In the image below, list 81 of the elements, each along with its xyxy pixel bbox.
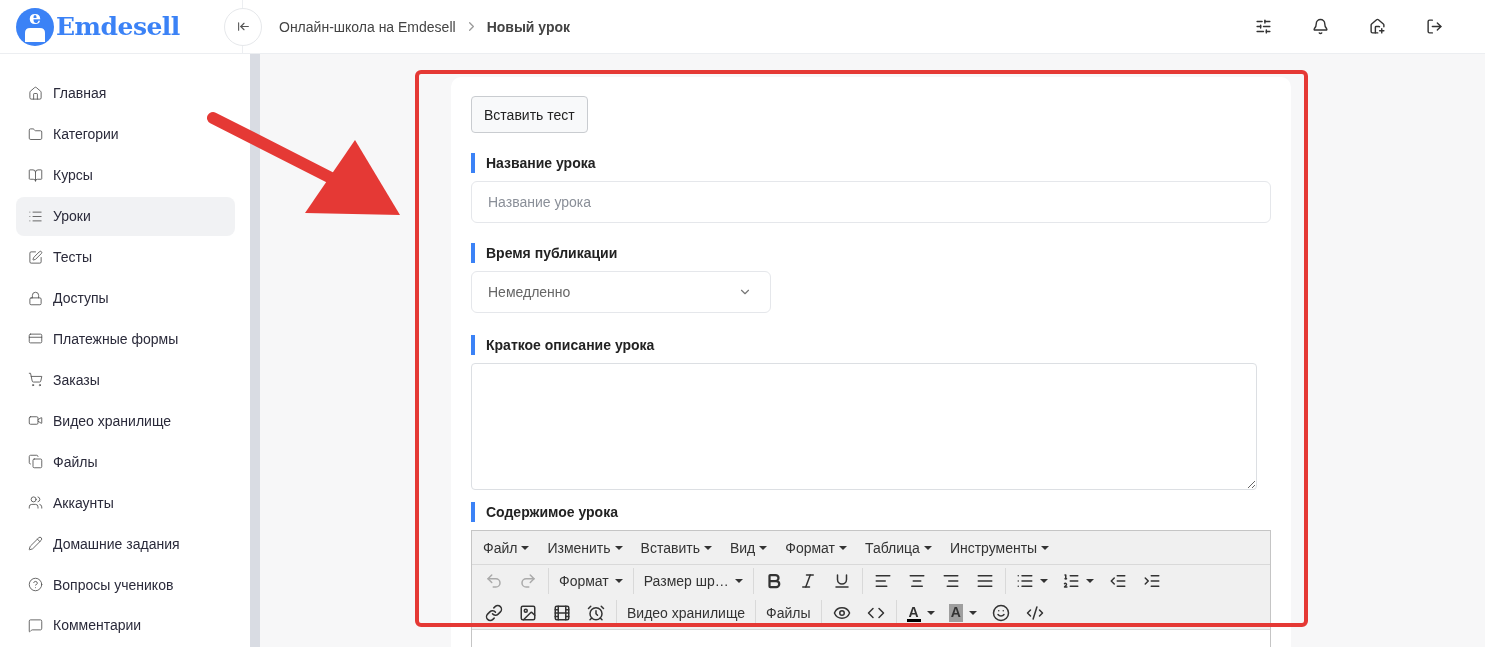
cart-icon (28, 372, 43, 388)
house-button[interactable] (1369, 18, 1386, 35)
house-icon (1369, 18, 1386, 35)
list-icon (28, 208, 43, 224)
sidebar-item[interactable]: Домашние задания (16, 524, 235, 564)
sidebar-item[interactable]: Комментарии (16, 606, 235, 645)
dropdown-button[interactable]: Формат (552, 568, 630, 594)
outdent-icon (1108, 572, 1127, 590)
current-page-title: Новый урок (486, 18, 571, 35)
toolbar-button[interactable]: Файлы (759, 600, 818, 626)
preview-icon (832, 604, 851, 622)
sidebar-item[interactable]: Аккаунты (16, 483, 235, 523)
files-icon (28, 454, 43, 470)
sidebar-item[interactable]: Главная (16, 74, 235, 113)
sliders-icon (1255, 18, 1272, 35)
notifications-button[interactable] (1312, 18, 1329, 35)
undo-icon (485, 572, 503, 590)
sidebar-item[interactable]: Курсы (16, 155, 235, 195)
editor-menu-item[interactable]: Инструменты (942, 539, 1057, 556)
settings-sliders-button[interactable] (1255, 18, 1272, 35)
sidebar-item[interactable]: Платежные формы (16, 319, 235, 359)
pencil-icon (28, 536, 43, 552)
logo-text: Emdesell (56, 12, 180, 41)
editor-menu-item[interactable]: Файл (476, 539, 537, 556)
toolbar-button[interactable]: Видео хранилище (620, 600, 753, 626)
field-label: Время публикации (471, 243, 1271, 263)
numbered-list-icon (1061, 572, 1080, 590)
justify-icon (975, 572, 994, 590)
breadcrumb-link[interactable]: Онлайн-школа на Emdesell (279, 18, 456, 35)
arrow-left-bar-icon (236, 20, 250, 33)
sidebar-item[interactable]: Тесты (16, 237, 235, 277)
sidebar-item[interactable]: Доступы (16, 278, 235, 318)
summary-field[interactable] (471, 363, 1257, 490)
logout-icon (1426, 18, 1443, 35)
underline-icon (832, 572, 851, 590)
media-icon (553, 604, 571, 622)
sidebar-item[interactable]: Категории (16, 114, 235, 154)
insert-test-button[interactable]: Вставить тест (471, 96, 588, 133)
publish-time-select[interactable]: Немедленно (471, 271, 771, 313)
field-label: Краткое описание урока (471, 335, 1271, 355)
sidebar-item[interactable]: Вопросы учеников (16, 565, 235, 604)
lock-icon (28, 290, 43, 306)
alarm-clock-icon (587, 604, 605, 622)
sidebar-item[interactable]: Уроки (16, 196, 235, 236)
editor-menu-item[interactable]: Формат (778, 539, 854, 556)
dropdown-button[interactable]: Размер шр… (636, 568, 750, 594)
editor-menu-item[interactable]: Изменить (540, 539, 630, 556)
editor-menu-item[interactable]: Таблица (858, 539, 939, 556)
highlight-color-button[interactable]: A (941, 600, 984, 626)
align-center-icon (907, 572, 926, 590)
edit-icon (28, 249, 43, 265)
caret-icon (1039, 579, 1048, 583)
logo-icon: e (16, 7, 54, 46)
card-icon (28, 331, 43, 347)
link-icon (485, 604, 503, 622)
caret-icon (1085, 579, 1094, 583)
editor-menu-item[interactable]: Вид (722, 539, 775, 556)
comment-icon (28, 617, 43, 633)
help-icon (28, 577, 43, 592)
align-right-icon (941, 572, 960, 590)
users-icon (28, 495, 43, 511)
bell-icon (1312, 18, 1329, 35)
lesson-title-field[interactable]: Название урока (471, 181, 1271, 223)
sidebar-item[interactable]: Файлы (16, 442, 235, 482)
editor-menu-item[interactable]: Вставить (633, 539, 719, 556)
align-left-icon (873, 572, 892, 590)
book-icon (28, 167, 43, 183)
source-code-icon (1025, 604, 1044, 622)
bullet-list-icon (1015, 572, 1034, 590)
field-label: Содержимое урока (471, 502, 1271, 522)
field-label: Название урока (471, 153, 1271, 173)
logout-button[interactable] (1426, 18, 1443, 35)
sidebar-item[interactable]: Заказы (16, 360, 235, 400)
emoji-icon (991, 604, 1010, 622)
home-icon (28, 85, 43, 101)
text-color-button[interactable]: A (899, 600, 942, 626)
redo-icon (519, 572, 537, 590)
folder-icon (28, 126, 43, 142)
image-icon (519, 604, 537, 622)
indent-icon (1142, 572, 1161, 590)
sidebar-item[interactable]: Видео хранилище (16, 401, 235, 441)
